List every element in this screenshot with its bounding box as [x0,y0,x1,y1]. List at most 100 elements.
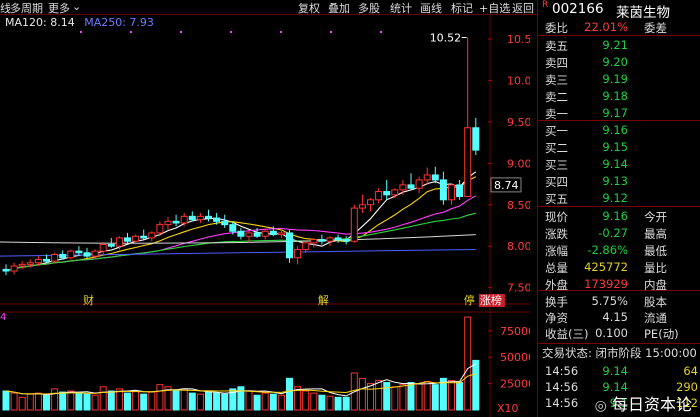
price-tick-label: 8.50 [507,199,530,212]
quote-row: 现价 9.16 今开 [538,209,700,225]
quote-extra-label: 今开 [644,210,667,224]
kline-chart[interactable]: 10.50 10.00 9.50 9.00 8.50 8.00 7.50 8.74 75000 5… [0,0,530,417]
candle-body [237,230,245,237]
toolbar-divider [0,14,538,15]
bid-row: 买二 9.15 [538,140,700,156]
fundamental-value: 4.15 [602,310,628,324]
candle-body [99,244,107,252]
quote-extra-label: 量比 [644,261,667,275]
bid-price: 9.13 [602,174,628,188]
volume-bar [67,390,75,411]
volume-bar [391,386,399,411]
candle-body [164,220,172,226]
candle-body [253,232,261,237]
candle-body [342,239,350,242]
volume-bar [43,394,50,411]
ask-price: 9.19 [602,72,628,86]
candle-body [34,258,42,264]
price-tick-label: 7.50 [507,282,530,295]
price-tick-label: 9.50 [507,116,530,129]
candle-body [245,232,253,237]
bid-label: 买一 [545,124,568,138]
candle-body [75,250,83,254]
candle-body [367,199,374,206]
candle-body [229,224,237,232]
candle-body [140,235,148,239]
bid-price: 9.14 [602,157,628,171]
candle-body [148,232,156,239]
candle-body [196,215,204,221]
candle-body [132,235,140,242]
volume-bar [221,393,229,411]
quote-row: 涨幅 -2.86% 最低 [538,243,700,259]
volume-tick-label: 50000 [500,351,530,364]
fundamental-extra-label: PE(动) [644,327,679,341]
candle-body [277,232,285,236]
volume-bar [286,377,293,411]
fundamental-row: 换手 5.75% 股本 [538,294,700,310]
ma-legend: MA120: 8.14 MA250: 7.93 [5,16,154,29]
stock-name: 莱茵生物 [616,5,670,21]
fundamental-row: 收益(三) 0.100 PE(动) [538,326,700,342]
ask-label: 卖三 [545,73,568,87]
price-tick-label: 10.00 [507,75,530,88]
candle-body [286,232,293,259]
volume-bar [261,392,269,411]
rzrq-flag: R [542,0,549,10]
tick-price: 9.14 [602,364,628,378]
stock-title: R 002166 莱茵生物 [538,0,700,21]
quote-row: 涨跌 -0.27 最高 [538,226,700,242]
candle-body [415,179,423,189]
event-marker: 财 [83,293,94,307]
trading-status: 交易状态: 闭市阶段 15:00:00 [538,345,700,361]
volume-bar [472,359,480,411]
ask-label: 卖二 [545,90,568,104]
volume-bar [399,384,407,411]
volume-bar [334,396,342,411]
watermark-text: 每日资本论 [611,395,692,414]
candle-body [358,204,366,209]
fundamental-extra-label: 流通 [644,311,667,325]
volume-bar [124,392,131,411]
volume-bar [34,392,42,411]
candle-body [59,253,67,259]
candle-body [318,239,326,242]
volume-bar [464,316,472,411]
volume-bar [237,386,245,411]
fundamental-extra-label: 股本 [644,295,667,309]
volume-bar [51,388,59,411]
bid-price: 9.15 [602,140,628,154]
chevron-down-icon[interactable]: ⌄ [72,0,81,13]
signal-dot [80,31,82,33]
candle-body [456,184,464,197]
trading-status-text: 交易状态: 闭市阶段 15:00:00 [542,346,697,360]
volume-bar [156,384,164,411]
tick-time: 14:56 [545,380,579,394]
ask-price: 9.20 [602,55,628,69]
bid-row: 买四 9.13 [538,174,700,190]
ma120-legend: MA120: 8.14 [5,16,75,29]
signal-dot [280,31,282,33]
candle-body [326,237,334,242]
volume-bar [326,395,334,411]
candle-body [261,230,269,237]
event-marker: 停 [464,293,475,307]
ask-row: 卖四 9.20 [538,55,700,71]
chart-toolbar: 线 多周期 更多 ⌄ 复权 叠加 多股 统计 画线 标记 +自选 返回 [0,0,538,15]
volume-bar [188,392,196,411]
quote-value: 173929 [584,277,628,291]
bid-price: 9.16 [602,123,628,137]
volume-bar [358,377,366,411]
fundamental-value: 5.75% [591,294,628,308]
candle-body [83,252,91,257]
tick-volume: 64 [683,364,698,378]
candle-body [180,215,188,224]
tick-row: 14:56 9.14 64 [538,364,700,380]
signal-dot [380,31,382,33]
signal-dot [330,31,332,33]
candle-body [269,230,277,236]
stock-code: 002166 [552,1,604,17]
candle-body [294,248,302,259]
candle-body [448,184,455,201]
quote-label: 总量 [545,261,568,275]
